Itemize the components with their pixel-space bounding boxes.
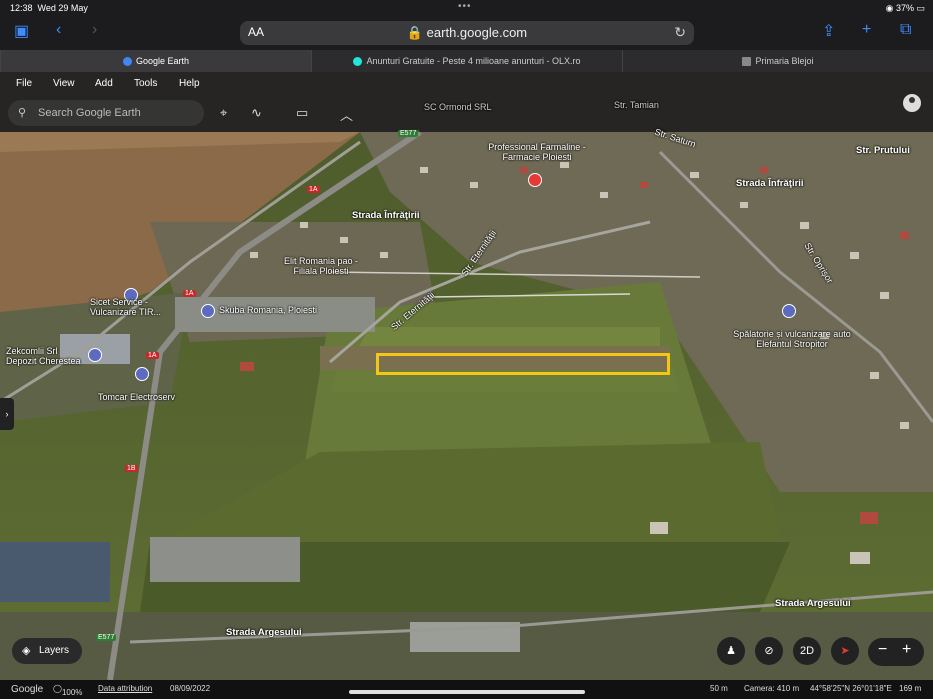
label-tomcar[interactable]: Tomcar Electroserv: [98, 392, 175, 402]
url-text[interactable]: 🔒 earth.google.com: [240, 25, 694, 41]
spalatorie-pin-icon[interactable]: [782, 304, 796, 318]
pegman-icon[interactable]: ♟: [717, 637, 745, 665]
search-placeholder: Search Google Earth: [38, 107, 141, 119]
label-spalatorie[interactable]: Spălatorie și vulcanizare auto Elefantul…: [732, 329, 852, 349]
search-icon: ⚲: [18, 107, 27, 119]
toggle-2d-button[interactable]: 2D: [793, 637, 821, 665]
label-strada-infratirii-west: Strada Înfrăţirii: [352, 210, 420, 221]
road-shield-1a: 1A: [183, 290, 196, 297]
back-icon[interactable]: ‹: [56, 21, 61, 39]
layers-label: Layers: [39, 645, 70, 656]
highlighted-parcel: [376, 353, 670, 375]
tab-bar: ✕ Google Earth Anunturi Gratuite - Peste…: [0, 50, 933, 72]
label-elit-romania[interactable]: Elit Romania pao - Filiala Ploiesti: [276, 256, 366, 276]
scale-bar-label: 50 m: [710, 684, 728, 693]
label-str-tamian: Str. Tamian: [614, 100, 659, 110]
page-favicon-icon: [742, 57, 752, 67]
sidebar-toggle-icon[interactable]: ▣: [14, 21, 29, 41]
road-shield-e577: E577: [398, 130, 419, 137]
zoom-in-icon[interactable]: +: [902, 641, 911, 659]
orbit-off-icon[interactable]: ⊘: [755, 637, 783, 665]
ios-status-bar: 12:38 Wed 29 May ••• ◉ 37% ▭: [0, 0, 933, 16]
placemark-icon[interactable]: ⌖: [220, 105, 227, 121]
coordinates: 44°58'25"N 26°01'18"E: [810, 684, 892, 693]
loading-indicator: ◯ 100%: [53, 684, 83, 697]
tab-label: Primaria Blejoi: [755, 56, 814, 66]
search-input[interactable]: ⚲ Search Google Earth: [8, 100, 204, 126]
tab-label: Google Earth: [135, 56, 190, 66]
label-strada-infratirii-east: Strada Înfrăţirii: [736, 178, 804, 189]
expand-panel-handle[interactable]: ›: [0, 398, 14, 430]
road-shield-e577: E577: [96, 634, 117, 641]
google-favicon-icon: [122, 57, 132, 67]
elevation: 169 m: [899, 684, 922, 693]
label-strada-argesului-east: Strada Argesului: [775, 598, 851, 609]
label-farmacie[interactable]: Professional Farmaline - Farmacie Ploies…: [482, 142, 592, 162]
home-indicator[interactable]: [349, 690, 585, 694]
layers-button[interactable]: ◈ Layers: [12, 638, 82, 664]
status-time: 12:38 Wed 29 May: [10, 3, 88, 13]
forward-icon[interactable]: ›: [92, 21, 97, 39]
zoom-out-icon[interactable]: −: [878, 641, 887, 659]
chevron-up-icon[interactable]: ︿: [340, 105, 353, 124]
share-icon[interactable]: ⇪: [822, 21, 835, 41]
browser-toolbar: ▣ ‹ › AA 🔒 earth.google.com ↻ ⇪ + ⧉: [0, 16, 933, 50]
path-icon[interactable]: ∿: [251, 105, 262, 121]
more-dots-icon[interactable]: •••: [458, 1, 472, 12]
tab-google-earth[interactable]: Google Earth: [0, 50, 311, 72]
zekcomlii-pin-icon[interactable]: [88, 348, 102, 362]
zoom-controls: − +: [868, 638, 924, 666]
tabs-overview-icon[interactable]: ⧉: [900, 21, 911, 39]
menu-tools[interactable]: Tools: [134, 78, 157, 89]
road-shield-1a: 1A: [146, 352, 159, 359]
label-strada-argesului-west: Strada Argesului: [226, 627, 302, 638]
account-avatar-icon[interactable]: [903, 94, 921, 112]
tab-olx[interactable]: Anunturi Gratuite - Peste 4 milioane anu…: [311, 50, 622, 72]
label-sc-ormond[interactable]: SC Ormond SRL: [424, 102, 492, 112]
reload-icon[interactable]: ↻: [674, 24, 686, 41]
data-attribution-link[interactable]: Data attribution: [98, 684, 152, 693]
label-zekcomlii[interactable]: Zekcomlii Srl Depozit Cherestea: [6, 346, 86, 366]
olx-favicon-icon: [353, 57, 363, 67]
earth-menu-bar: File View Add Tools Help: [0, 72, 933, 96]
camera-altitude: Camera: 410 m: [744, 684, 800, 693]
imagery-date: 08/09/2022: [170, 684, 211, 693]
compass-icon[interactable]: ➤: [831, 637, 859, 665]
skuba-pin-icon[interactable]: [201, 304, 215, 318]
label-skuba[interactable]: Skuba Romania, Ploiesti: [219, 305, 317, 315]
menu-file[interactable]: File: [16, 78, 32, 89]
road-shield-1b: 1B: [125, 465, 138, 472]
label-str-prutului: Str. Prutului: [856, 145, 910, 156]
status-battery: ◉ 37% ▭: [885, 3, 925, 13]
menu-add[interactable]: Add: [95, 78, 113, 89]
ruler-icon[interactable]: ▭: [296, 105, 308, 121]
new-tab-icon[interactable]: +: [862, 21, 871, 39]
menu-help[interactable]: Help: [179, 78, 200, 89]
tab-label: Anunturi Gratuite - Peste 4 milioane anu…: [366, 56, 581, 66]
layers-icon: ◈: [22, 645, 31, 657]
tomcar-pin-icon[interactable]: [135, 367, 149, 381]
menu-view[interactable]: View: [53, 78, 75, 89]
tab-primaria-blejoi[interactable]: Primaria Blejoi: [622, 50, 933, 72]
pharmacy-pin-icon[interactable]: [528, 173, 542, 187]
address-bar[interactable]: AA 🔒 earth.google.com ↻: [240, 21, 694, 45]
label-sicet[interactable]: Sicet Service - Vulcanizare TIR...: [90, 297, 190, 317]
road-shield-1a: 1A: [307, 186, 320, 193]
google-logo: Google: [11, 684, 44, 695]
